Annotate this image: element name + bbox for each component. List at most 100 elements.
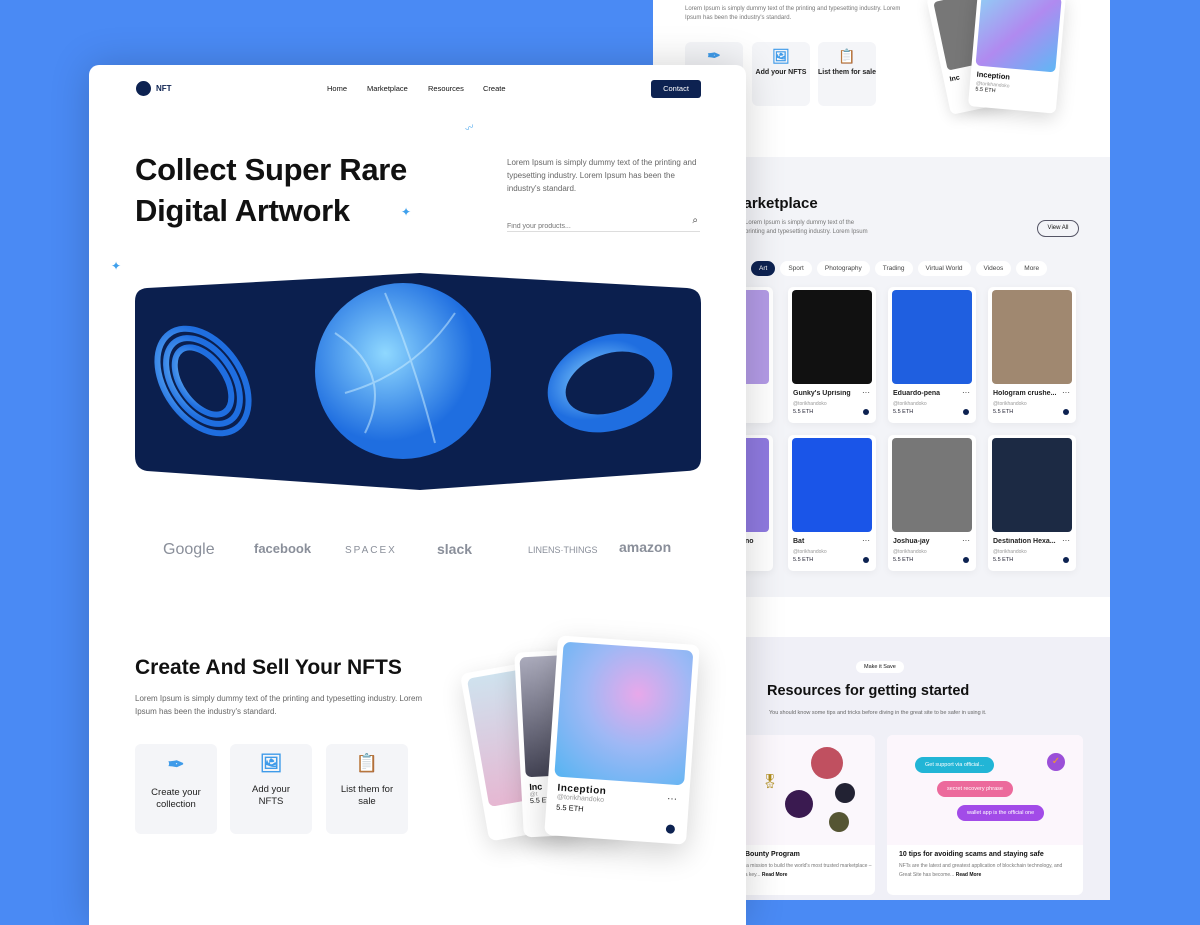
partner-amazon: amazon (619, 539, 671, 555)
feature-add-nfts[interactable]: 🖼 Add your NFTS (230, 744, 312, 834)
avatars-illustration: 🎖 (733, 735, 875, 845)
nft-image (892, 438, 972, 532)
feature-create-collection[interactable]: ✒Create your collection (135, 744, 217, 834)
hero-title: Collect Super RareDigital Artwork (135, 149, 407, 231)
nft-title: Joshua-jay (893, 538, 959, 545)
image-upload-icon: 🖼 (230, 753, 312, 774)
resources-subtitle: You should know some tips and tricks bef… (769, 710, 986, 716)
logo-icon (136, 81, 151, 96)
create-description: Lorem Ipsum is simply dummy text of the … (135, 692, 435, 718)
view-all-button[interactable]: View All (1037, 220, 1079, 237)
eth-coin-icon (1063, 409, 1069, 415)
read-more-link[interactable]: Read More (762, 872, 788, 878)
partner-google: Google (163, 541, 215, 559)
brand-name[interactable]: NFT (156, 84, 172, 93)
create-title: Create And Sell Your NFTS (135, 656, 402, 680)
nft-card[interactable]: Bat ··· @torikhandoko 5.5 ETH (788, 435, 876, 571)
squiggle-icon: 〰 (462, 120, 476, 136)
more-options-icon[interactable]: ··· (1062, 388, 1070, 397)
nft-user: @torikhandoko (993, 401, 1027, 407)
nft-price: 5.5 ETH (793, 409, 813, 415)
chip-virtual-world[interactable]: Virtual World (918, 261, 971, 276)
nft-price: 5.5 ETH (893, 557, 913, 563)
nft-price: 5.5 ETH (993, 557, 1013, 563)
nft-card[interactable]: Destination Hexa... ··· @torikhandoko 5.… (988, 435, 1076, 571)
nft-card[interactable]: Eduardo-pena ··· @torikhandoko 5.5 ETH (888, 287, 976, 423)
nft-title: Destination Hexa... (993, 538, 1059, 545)
partner-linens-things: LINENS·THINGS (528, 545, 598, 555)
eth-coin-icon (666, 824, 676, 834)
stack-card[interactable]: Inception @torikhandoko 5.5 ETH (968, 0, 1066, 114)
partner-spacex: SPACEX (345, 545, 397, 556)
nft-card-inception[interactable]: Inception ··· @torikhandoko 5.5 ETH (544, 635, 700, 844)
partner-slack: slack (437, 541, 472, 557)
eth-coin-icon (1063, 557, 1069, 563)
card-text: NFTs are the latest and greatest applica… (899, 862, 1071, 880)
nft-user: @torikhandoko (793, 401, 827, 407)
nft-user: @torikhandoko (893, 549, 927, 555)
eth-coin-icon (963, 409, 969, 415)
feature-label: List them for sale (818, 69, 876, 76)
nav-create[interactable]: Create (483, 84, 506, 93)
search-icon[interactable]: ⌕ (692, 215, 698, 226)
nav-marketplace[interactable]: Marketplace (367, 84, 408, 93)
chip-videos[interactable]: Videos (976, 261, 1012, 276)
nft-title: Eduardo-pena (893, 390, 959, 397)
nft-image (992, 290, 1072, 384)
nft-price: 5.5 ETH (893, 409, 913, 415)
pills-illustration: Get support via official... secret recov… (887, 735, 1083, 845)
eth-coin-icon (863, 409, 869, 415)
chip-photography[interactable]: Photography (817, 261, 870, 276)
nft-user: @torikhandoko (993, 549, 1027, 555)
card-text: ...on a mission to build the world's mos… (735, 862, 875, 880)
more-options-icon[interactable]: ··· (962, 536, 970, 545)
card-title: 10 tips for avoiding scams and staying s… (899, 851, 1071, 858)
nft-title: Bat (793, 538, 859, 545)
eth-coin-icon (863, 557, 869, 563)
nav-resources[interactable]: Resources (428, 84, 464, 93)
more-options-icon[interactable]: ··· (962, 388, 970, 397)
card-title: Bounty Program (745, 851, 875, 858)
pill: wallet app is the official one (957, 805, 1044, 821)
feature-list-for-sale[interactable]: 📋List them for sale (326, 744, 408, 834)
feature-card[interactable]: 🖼Add your NFTS (752, 42, 810, 106)
nft-card[interactable]: Joshua-jay ··· @torikhandoko 5.5 ETH (888, 435, 976, 571)
nav-home[interactable]: Home (327, 84, 347, 93)
more-options-icon[interactable]: ··· (862, 388, 870, 397)
nft-user: @torikhandoko (893, 401, 927, 407)
chip-sport[interactable]: Sport (780, 261, 812, 276)
nft-image (554, 642, 693, 786)
chip-trading[interactable]: Trading (875, 261, 913, 276)
more-options-icon[interactable]: ··· (862, 536, 870, 545)
clipboard-list-icon: 📋 (326, 753, 408, 774)
nft-card[interactable]: Gunky's Uprising ··· @torikhandoko 5.5 E… (788, 287, 876, 423)
chip-more[interactable]: More (1016, 261, 1047, 276)
pen-tool-icon: ✒ (685, 46, 743, 66)
feature-label: Add your NFTS (230, 784, 312, 808)
category-chips: Art Sport Photography Trading Virtual World V… (751, 257, 1052, 276)
intro-text: Lorem Ipsum is simply dummy text of the … (685, 5, 915, 23)
read-more-link[interactable]: Read More (956, 872, 982, 878)
search-field[interactable]: ⌕ (507, 215, 700, 232)
hero-description: Lorem Ipsum is simply dummy text of the … (507, 156, 702, 195)
pill: secret recovery phrase (937, 781, 1013, 797)
resource-card-tips[interactable]: Get support via official... secret recov… (887, 735, 1083, 895)
nft-card[interactable]: Hologram crushe... ··· @torikhandoko 5.5… (988, 287, 1076, 423)
nft-image (892, 290, 972, 384)
nft-user: @torikhandoko (793, 549, 827, 555)
resource-card-bounty[interactable]: 🎖 Bounty Program ...on a mission to buil… (733, 735, 875, 895)
contact-button[interactable]: Contact (651, 80, 701, 98)
sparkle-icon: ✦ (401, 205, 411, 219)
hero-banner (135, 273, 701, 491)
nft-image (792, 290, 872, 384)
feature-card[interactable]: 📋List them for sale (818, 42, 876, 106)
more-options-icon[interactable]: ··· (1062, 536, 1070, 545)
medal-icon: 🎖 (761, 773, 779, 790)
chip-art[interactable]: Art (751, 261, 775, 276)
search-input[interactable] (507, 223, 677, 230)
partner-facebook: facebook (254, 541, 311, 556)
feature-label: Create your collection (135, 787, 217, 811)
front-page-preview: NFT Home Marketplace Resources Create Co… (89, 65, 746, 925)
more-options-icon[interactable]: ··· (667, 793, 678, 805)
pill: Get support via official... (915, 757, 994, 773)
